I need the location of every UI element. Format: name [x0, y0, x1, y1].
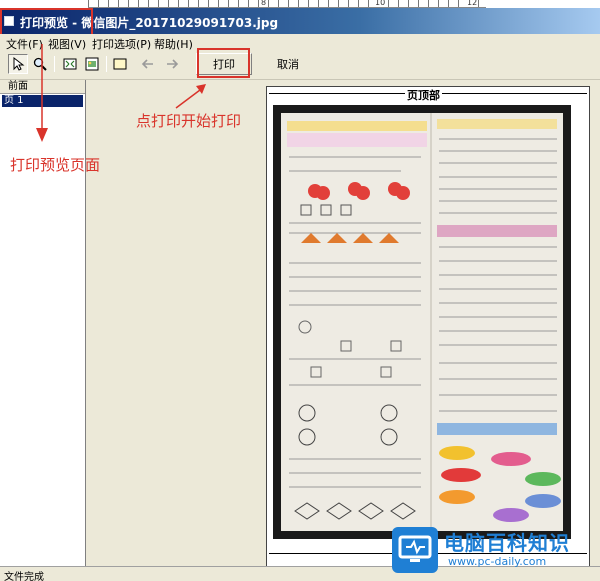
- watermark-url: www.pc-daily.com: [448, 555, 547, 568]
- print-hint-annotation: 点打印开始打印: [136, 112, 242, 130]
- watermark-title: 电脑百科知识: [444, 531, 570, 555]
- monitor-logo-icon: [392, 527, 438, 573]
- status-text: 文件完成: [4, 572, 44, 581]
- preview-hint-annotation: 打印预览页面: [10, 156, 101, 174]
- annotation-arrows: [36, 44, 206, 142]
- watermark: 电脑百科知识 www.pc-daily.com: [392, 525, 600, 581]
